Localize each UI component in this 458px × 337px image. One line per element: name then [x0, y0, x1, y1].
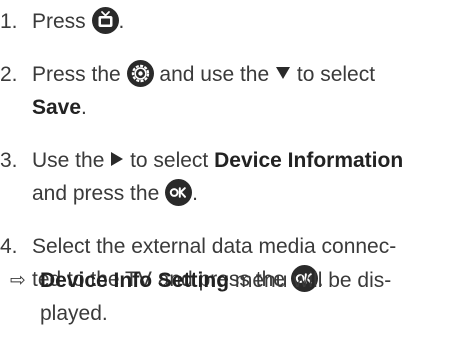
right-triangle-icon [110, 151, 124, 167]
period: . [192, 182, 198, 205]
menu-item-device-information: Device Information [214, 149, 404, 172]
step-number: 1. [0, 10, 18, 33]
step-2: 2. Press the and use the to select Save. [0, 58, 452, 124]
step-number: 3. [0, 149, 18, 172]
settings-gear-icon [126, 59, 154, 87]
step-text: Press the and use the to select Save. [32, 58, 452, 124]
step-number: 4. [0, 235, 18, 258]
step-text-and-use-the: and use the [159, 63, 270, 86]
instruction-document: 1. Press . 2. Press the and use the to s… [0, 0, 458, 337]
period: . [317, 268, 324, 291]
step-text-press-the: Press the [32, 63, 121, 86]
step-text: Select the external data media connec- t… [32, 230, 452, 296]
step-number: 2. [0, 63, 18, 86]
ok-button-icon [290, 264, 318, 292]
step-text-line-1: Select the external data media connec- [32, 235, 397, 258]
step-text-use-the: Use the [32, 149, 105, 172]
step-3: 3. Use the to select Device Information … [0, 144, 452, 210]
step-text-to-select: to select [296, 63, 376, 86]
menu-item-save: Save [32, 96, 82, 119]
step-text-to-select: to select [130, 149, 209, 172]
step-4: 4. Select the external data media connec… [0, 230, 452, 296]
step-1: 1. Press . [0, 5, 452, 38]
step-text-line-2: ted to the TV and press the [32, 268, 285, 291]
period: . [81, 96, 87, 119]
down-triangle-icon [275, 66, 291, 80]
step-text-press: Press [32, 10, 86, 33]
period: . [118, 10, 125, 33]
step-text-and-press-the: and press the [32, 182, 160, 205]
tv-icon [91, 6, 119, 34]
ok-button-icon [165, 178, 193, 206]
step-text: Use the to select Device Information and… [32, 144, 452, 210]
step-text: Press . [32, 5, 452, 38]
